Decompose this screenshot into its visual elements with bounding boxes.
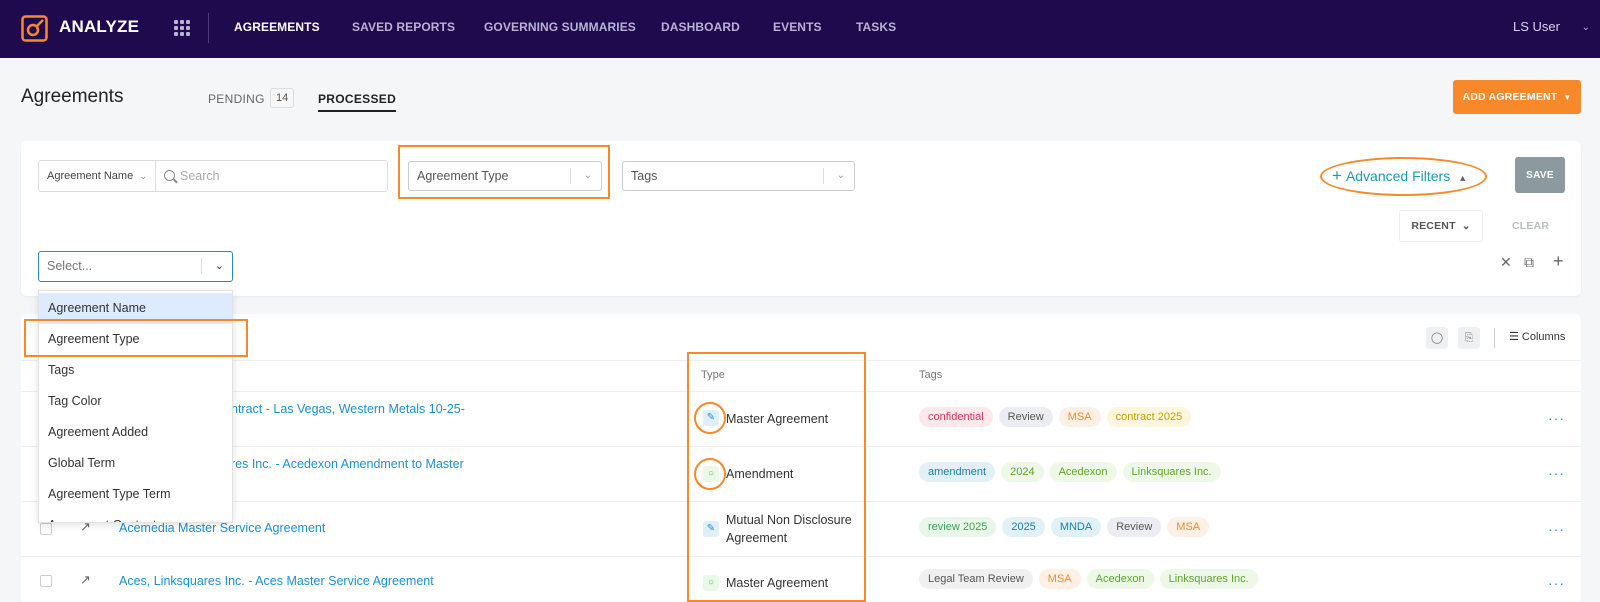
tag-list: review 2025 2025 MNDA Review MSA: [919, 517, 1210, 537]
row-checkbox[interactable]: [40, 575, 52, 587]
page-title: Agreements: [21, 86, 124, 107]
external-link-icon[interactable]: ↗: [80, 572, 91, 588]
tag-icon[interactable]: ◯: [1426, 327, 1448, 349]
chevron-down-icon: ⌄: [836, 170, 845, 181]
tag[interactable]: Legal Team Review: [919, 569, 1033, 589]
recent-label: RECENT: [1411, 220, 1456, 232]
agreement-link[interactable]: res Inc. - Acedexon Amendment to Master: [231, 457, 464, 471]
add-filter-icon[interactable]: +: [1553, 251, 1564, 272]
menu-item-agreement-content[interactable]: Agreement Content: [39, 510, 232, 522]
tab-processed[interactable]: PROCESSED: [318, 92, 397, 112]
filter-field-select[interactable]: Select... ⌄: [38, 251, 233, 282]
search-input[interactable]: Search: [155, 160, 388, 192]
tag-list: confidential Review MSA contract 2025: [919, 407, 1192, 427]
save-button[interactable]: SAVE: [1515, 157, 1565, 193]
row-actions-icon[interactable]: ···: [1548, 521, 1565, 537]
app-grid-icon[interactable]: [174, 20, 190, 36]
nav-saved-reports[interactable]: SAVED REPORTS: [352, 20, 455, 34]
highlight-menu-item: [24, 319, 248, 357]
caret-down-icon: ▼: [1563, 92, 1572, 102]
export-icon[interactable]: ⎘: [1458, 327, 1480, 349]
agreement-link[interactable]: Acemedia Master Service Agreement: [119, 521, 325, 535]
search-placeholder: Search: [180, 169, 220, 183]
tag-list: Legal Team Review MSA Acedexon Linksquar…: [919, 569, 1258, 589]
row-actions-icon[interactable]: ···: [1548, 465, 1565, 481]
highlight-type-column: [687, 352, 866, 602]
close-icon[interactable]: ✕: [1500, 254, 1512, 271]
nav-events[interactable]: EVENTS: [773, 20, 822, 34]
columns-label: Columns: [1521, 331, 1566, 343]
tag[interactable]: contract 2025: [1106, 407, 1192, 427]
tab-pending[interactable]: PENDING: [208, 92, 265, 106]
menu-item-agreement-type-term[interactable]: Agreement Type Term: [39, 479, 232, 510]
clear-button[interactable]: CLEAR: [1512, 220, 1549, 232]
search-icon: [164, 170, 175, 181]
nav-agreements[interactable]: AGREEMENTS: [234, 20, 320, 34]
top-nav: ANALYZE AGREEMENTS SAVED REPORTS GOVERNI…: [0, 0, 1600, 58]
nav-dashboard[interactable]: DASHBOARD: [661, 20, 740, 34]
tags-select[interactable]: Tags ⌄: [622, 161, 855, 191]
search-field-select[interactable]: Agreement Name ⌄: [38, 160, 155, 192]
menu-item-tags[interactable]: Tags: [39, 355, 232, 386]
column-header-tags[interactable]: Tags: [919, 369, 942, 381]
tag[interactable]: Acedexon: [1086, 569, 1154, 589]
select-placeholder: Select...: [47, 259, 93, 273]
tag[interactable]: 2025: [1002, 517, 1045, 537]
nav-governing-summaries[interactable]: GOVERNING SUMMARIES: [484, 20, 636, 34]
nav-tasks[interactable]: TASKS: [856, 20, 896, 34]
chevron-down-icon: ⌄: [214, 260, 224, 272]
menu-item-tag-color[interactable]: Tag Color: [39, 386, 232, 417]
tag[interactable]: 2024: [1001, 462, 1044, 482]
brand-name: ANALYZE: [59, 17, 140, 36]
tag[interactable]: Review: [998, 407, 1053, 427]
agreement-link[interactable]: ntract - Las Vegas, Western Metals 10-25…: [231, 402, 465, 416]
tag[interactable]: review 2025: [919, 517, 997, 537]
highlight-agreement-type: [398, 145, 610, 199]
tag[interactable]: amendment: [919, 462, 996, 482]
search-field-label: Agreement Name: [47, 170, 134, 182]
columns-icon: ☰: [1509, 331, 1522, 343]
duplicate-icon[interactable]: ⧉: [1524, 254, 1534, 271]
tags-placeholder: Tags: [631, 169, 658, 183]
tag[interactable]: MNDA: [1050, 517, 1102, 537]
row-checkbox[interactable]: [40, 523, 52, 535]
pending-count-badge: 14: [270, 88, 295, 108]
menu-item-global-term[interactable]: Global Term: [39, 448, 232, 479]
analyze-logo-icon[interactable]: [21, 15, 48, 42]
agreement-link[interactable]: Aces, Linksquares Inc. - Aces Master Ser…: [119, 574, 434, 588]
add-agreement-label: ADD AGREEMENT: [1462, 91, 1558, 103]
user-menu[interactable]: LS User: [1513, 19, 1560, 34]
columns-button[interactable]: ☰ Columns: [1509, 330, 1565, 343]
nav-divider: [208, 13, 209, 43]
toolbar-divider: [1494, 328, 1495, 348]
tag[interactable]: Acedexon: [1049, 462, 1117, 482]
tag[interactable]: MSA: [1058, 407, 1101, 427]
row-actions-icon[interactable]: ···: [1548, 575, 1565, 591]
tag[interactable]: confidential: [919, 407, 993, 427]
chevron-down-icon[interactable]: ⌄: [1582, 22, 1590, 33]
tag[interactable]: Linksquares Inc.: [1159, 569, 1258, 589]
menu-item-agreement-added[interactable]: Agreement Added: [39, 417, 232, 448]
recent-button[interactable]: RECENT ⌄: [1399, 210, 1483, 242]
tag[interactable]: MSA: [1167, 517, 1210, 537]
tag[interactable]: MSA: [1038, 569, 1081, 589]
chevron-down-icon: ⌄: [139, 171, 147, 181]
add-agreement-button[interactable]: ADD AGREEMENT ▼: [1453, 80, 1581, 114]
tag-list: amendment 2024 Acedexon Linksquares Inc.: [919, 462, 1221, 482]
highlight-advanced-filters: [1320, 157, 1487, 196]
chevron-down-icon: ⌄: [1461, 220, 1471, 232]
tag[interactable]: Review: [1107, 517, 1162, 537]
row-actions-icon[interactable]: ···: [1548, 410, 1565, 426]
tag[interactable]: Linksquares Inc.: [1122, 462, 1221, 482]
